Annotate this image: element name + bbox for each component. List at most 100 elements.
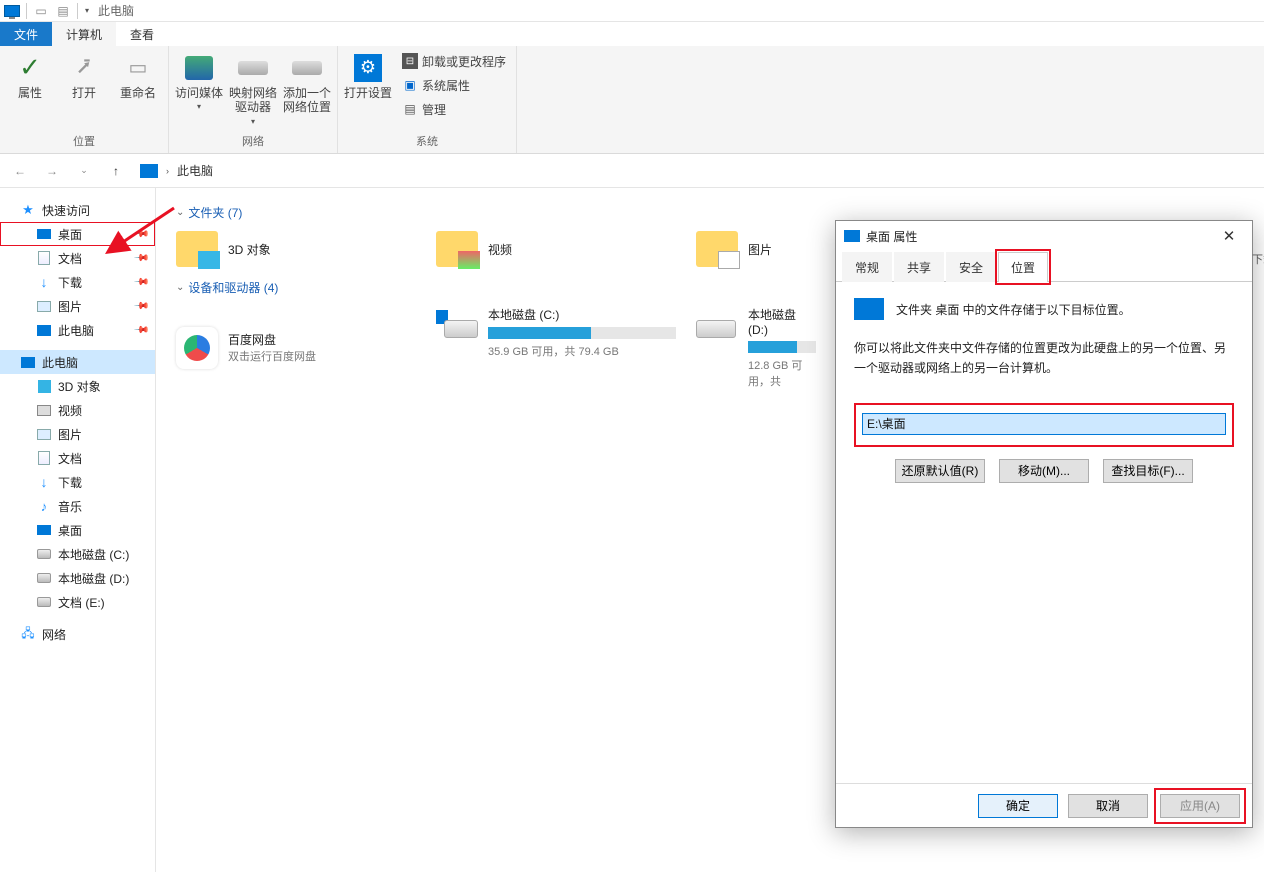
tree-this-pc[interactable]: 此电脑 — [0, 350, 155, 374]
chevron-right-icon[interactable]: › — [164, 166, 171, 176]
tree-desktop-pinned[interactable]: 桌面📌 — [0, 222, 155, 246]
navigation-pane[interactable]: ★快速访问 桌面📌 文档📌 ↓下载📌 图片📌 此电脑📌 此电脑 3D 对象 视频… — [0, 188, 156, 872]
document-icon — [38, 251, 50, 265]
manage-button[interactable]: ▤ 管理 — [398, 98, 510, 120]
folder-icon — [696, 231, 738, 267]
tree-pictures-pinned[interactable]: 图片📌 — [0, 294, 155, 318]
title-bar: ▭ ▤ ▾ 此电脑 — [0, 0, 1264, 22]
tab-file[interactable]: 文件 — [0, 22, 52, 46]
pin-icon: 📌 — [132, 322, 149, 339]
desktop-icon — [37, 229, 51, 239]
cancel-button[interactable]: 取消 — [1068, 794, 1148, 818]
pin-icon: 📌 — [132, 250, 149, 267]
close-button[interactable]: ✕ — [1214, 227, 1244, 245]
dialog-title-bar[interactable]: 桌面 属性 ✕ — [836, 221, 1252, 251]
rename-icon: ▭ — [122, 52, 154, 84]
window-title: 此电脑 — [92, 2, 134, 19]
tab-location[interactable]: 位置 — [998, 252, 1048, 282]
dialog-body: 文件夹 桌面 中的文件存储于以下目标位置。 你可以将此文件夹中文件存储的位置更改… — [836, 282, 1252, 783]
tree-music[interactable]: ♪音乐 — [0, 494, 155, 518]
apply-button[interactable]: 应用(A) — [1160, 794, 1240, 818]
system-properties-button[interactable]: ▣ 系统属性 — [398, 74, 510, 96]
restore-default-button[interactable]: 还原默认值(R) — [895, 459, 985, 483]
capacity-bar — [748, 341, 816, 353]
tree-downloads-pinned[interactable]: ↓下载📌 — [0, 270, 155, 294]
map-network-drive-button[interactable]: 映射网络驱动器 ▾ — [229, 50, 277, 126]
tree-videos[interactable]: 视频 — [0, 398, 155, 422]
open-settings-button[interactable]: ⚙ 打开设置 — [344, 50, 392, 100]
address-text[interactable]: 此电脑 — [177, 162, 213, 179]
access-media-button[interactable]: 访问媒体 ▾ — [175, 50, 223, 112]
qat-properties-icon[interactable]: ▤ — [53, 2, 73, 20]
up-button[interactable]: ↑ — [104, 159, 128, 183]
dialog-footer: 确定 取消 应用(A) — [836, 783, 1252, 827]
system-menu-icon[interactable] — [2, 2, 22, 20]
folder-videos[interactable]: 视频 — [436, 231, 676, 267]
add-network-location-button[interactable]: 添加一个网络位置 — [283, 50, 331, 115]
tree-documents-pinned[interactable]: 文档📌 — [0, 246, 155, 270]
location-pc-icon — [140, 164, 158, 178]
tree-documents-e[interactable]: 文档 (E:) — [0, 590, 155, 614]
tree-thispc-pinned[interactable]: 此电脑📌 — [0, 318, 155, 342]
tab-general[interactable]: 常规 — [842, 252, 892, 282]
tree-local-disk-c[interactable]: 本地磁盘 (C:) — [0, 542, 155, 566]
disk-icon — [436, 306, 478, 338]
tree-downloads[interactable]: ↓下载 — [0, 470, 155, 494]
chevron-down-icon[interactable]: ⌄ — [176, 282, 184, 293]
ribbon: ✓ 属性 ⭷ 打开 ▭ 重命名 位置 访问媒体 ▾ 映射网络驱动器 — [0, 46, 1264, 154]
find-target-button[interactable]: 查找目标(F)... — [1103, 459, 1193, 483]
dialog-line1: 文件夹 桌面 中的文件存储于以下目标位置。 — [896, 301, 1131, 318]
pin-icon: 📌 — [132, 274, 149, 291]
tree-quick-access[interactable]: ★快速访问 — [0, 198, 155, 222]
tab-view[interactable]: 查看 — [116, 22, 168, 46]
star-icon: ★ — [22, 202, 34, 218]
ribbon-tabs: 文件 计算机 查看 — [0, 22, 1264, 46]
forward-button[interactable]: → — [40, 159, 64, 183]
properties-dialog: 桌面 属性 ✕ 下载 常规 共享 安全 位置 文件夹 桌面 中的文件存储于以下目… — [835, 220, 1253, 828]
pc-icon — [21, 357, 35, 368]
location-path-input[interactable] — [862, 413, 1226, 435]
picture-icon — [37, 301, 51, 312]
group-label-network: 网络 — [175, 131, 331, 151]
pin-icon: 📌 — [132, 298, 149, 315]
tab-computer[interactable]: 计算机 — [52, 22, 116, 46]
properties-button[interactable]: ✓ 属性 — [6, 50, 54, 100]
dialog-tabs: 常规 共享 安全 位置 — [836, 251, 1252, 282]
drive-baidu[interactable]: 百度网盘双击运行百度网盘 — [176, 306, 416, 389]
tree-3d-objects[interactable]: 3D 对象 — [0, 374, 155, 398]
qat-dropdown-icon[interactable]: ▾ — [82, 6, 92, 15]
open-icon: ⭷ — [68, 52, 100, 84]
check-icon: ✓ — [14, 52, 46, 84]
open-button[interactable]: ⭷ 打开 — [60, 50, 108, 100]
tab-sharing[interactable]: 共享 — [894, 252, 944, 282]
address-bar[interactable]: › 此电脑 — [136, 159, 1256, 183]
sysprops-icon: ▣ — [402, 77, 418, 93]
folder-3d-objects[interactable]: 3D 对象 — [176, 231, 416, 267]
disk-icon — [37, 597, 51, 607]
drive-local-d[interactable]: 本地磁盘 (D:) 12.8 GB 可用，共 — [696, 306, 816, 389]
tree-network[interactable]: 🖧网络 — [0, 622, 155, 646]
back-button[interactable]: ← — [8, 159, 32, 183]
rename-button[interactable]: ▭ 重命名 — [114, 50, 162, 100]
tree-pictures[interactable]: 图片 — [0, 422, 155, 446]
desktop-icon — [37, 525, 51, 535]
disk-icon — [37, 549, 51, 559]
move-button[interactable]: 移动(M)... — [999, 459, 1089, 483]
recent-locations-button[interactable]: ⌄ — [72, 159, 96, 183]
ok-button[interactable]: 确定 — [978, 794, 1058, 818]
tree-desktop[interactable]: 桌面 — [0, 518, 155, 542]
chevron-down-icon[interactable]: ⌄ — [176, 207, 184, 218]
tab-security[interactable]: 安全 — [946, 252, 996, 282]
add-netloc-icon — [291, 52, 323, 84]
group-label-system: 系统 — [344, 131, 510, 151]
drive-local-c[interactable]: 本地磁盘 (C:) 35.9 GB 可用，共 79.4 GB — [436, 306, 676, 389]
tree-local-disk-d[interactable]: 本地磁盘 (D:) — [0, 566, 155, 590]
3d-icon — [38, 380, 51, 393]
video-icon — [37, 405, 51, 416]
group-header-folders[interactable]: ⌄ 文件夹 (7) — [176, 204, 1244, 221]
desktop-icon — [854, 298, 884, 320]
tree-documents[interactable]: 文档 — [0, 446, 155, 470]
uninstall-programs-button[interactable]: ⊟ 卸载或更改程序 — [398, 50, 510, 72]
qat-checkbox-icon[interactable]: ▭ — [31, 2, 51, 20]
music-icon: ♪ — [41, 499, 48, 514]
